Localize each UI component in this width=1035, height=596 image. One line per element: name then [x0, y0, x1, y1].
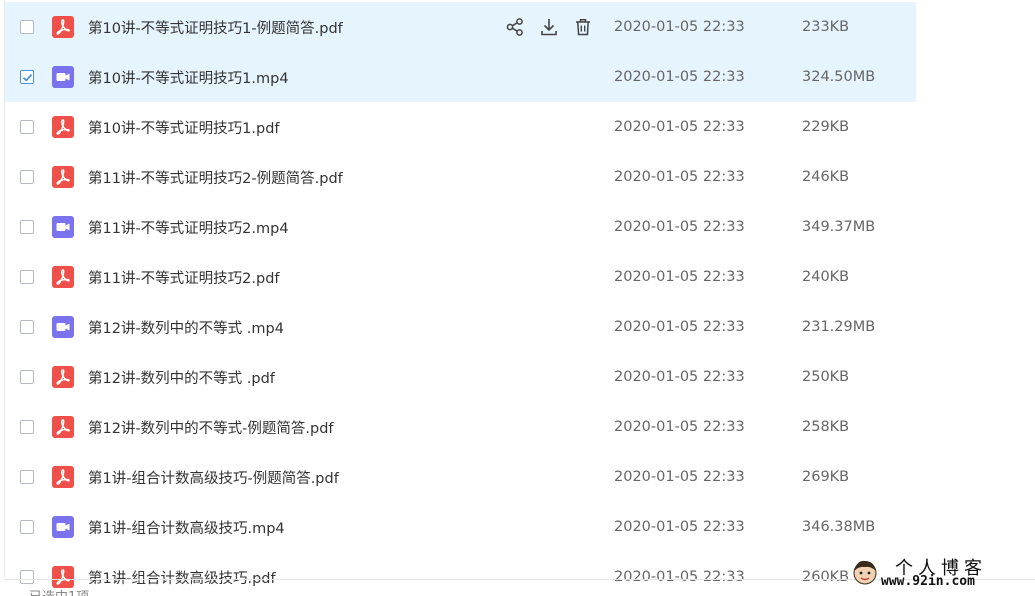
blog-logo-icon [853, 560, 877, 585]
file-name[interactable]: 第10讲-不等式证明技巧1.pdf [88, 117, 280, 138]
pdf-file-icon [52, 166, 74, 188]
row-checkbox[interactable] [20, 70, 34, 84]
row-checkbox[interactable] [20, 420, 34, 434]
file-row[interactable]: 第1讲-组合计数高级技巧.pdf 2020-01-05 22:33 260KB [5, 552, 916, 596]
file-row[interactable]: 第11讲-不等式证明技巧2.pdf 2020-01-05 22:33 240KB [5, 252, 916, 302]
row-checkbox[interactable] [20, 20, 34, 34]
file-manager: 第10讲-不等式证明技巧1-例题简答.pdf 2020-01-05 22:33 23… [0, 0, 1035, 596]
file-size: 250KB [802, 369, 850, 385]
video-file-icon [52, 66, 74, 88]
pdf-file-icon [52, 416, 74, 438]
file-name[interactable]: 第10讲-不等式证明技巧1.mp4 [88, 67, 289, 88]
file-name[interactable]: 第11讲-不等式证明技巧2-例题简答.pdf [88, 167, 343, 188]
download-icon[interactable] [539, 17, 559, 37]
checkmark-icon [22, 73, 33, 82]
file-name[interactable]: 第12讲-数列中的不等式 .pdf [88, 367, 275, 388]
file-size: 229KB [802, 119, 850, 135]
file-row[interactable]: 第12讲-数列中的不等式 .mp4 2020-01-05 22:33 231.29M… [5, 302, 916, 352]
file-name[interactable]: 第1讲-组合计数高级技巧.pdf [88, 567, 276, 588]
file-date: 2020-01-05 22:33 [614, 419, 745, 435]
file-row[interactable]: 第10讲-不等式证明技巧1.mp4 2020-01-05 22:33 324.50M… [5, 52, 916, 102]
share-icon[interactable] [505, 17, 525, 37]
file-date: 2020-01-05 22:33 [614, 469, 745, 485]
row-checkbox[interactable] [20, 120, 34, 134]
file-size: 346.38MB [802, 519, 876, 535]
file-size: 260KB [802, 569, 850, 585]
video-file-icon [52, 316, 74, 338]
file-row[interactable]: 第11讲-不等式证明技巧2-例题简答.pdf 2020-01-05 22:33 24… [5, 152, 916, 202]
file-date: 2020-01-05 22:33 [614, 569, 745, 585]
row-checkbox[interactable] [20, 220, 34, 234]
pdf-file-icon [52, 16, 74, 38]
file-date: 2020-01-05 22:33 [614, 269, 745, 285]
file-size: 269KB [802, 469, 850, 485]
file-row[interactable]: 第11讲-不等式证明技巧2.mp4 2020-01-05 22:33 349.37M… [5, 202, 916, 252]
file-name[interactable]: 第1讲-组合计数高级技巧-例题简答.pdf [88, 467, 339, 488]
file-row[interactable]: 第1讲-组合计数高级技巧.mp4 2020-01-05 22:33 346.38MB [5, 502, 916, 552]
row-checkbox[interactable] [20, 320, 34, 334]
pdf-file-icon [52, 116, 74, 138]
file-date: 2020-01-05 22:33 [614, 369, 745, 385]
file-name[interactable]: 第10讲-不等式证明技巧1-例题简答.pdf [88, 17, 343, 38]
video-file-icon [52, 216, 74, 238]
file-date: 2020-01-05 22:33 [614, 219, 745, 235]
file-row[interactable]: 第12讲-数列中的不等式 .pdf 2020-01-05 22:33 250KB [5, 352, 916, 402]
row-checkbox[interactable] [20, 470, 34, 484]
file-name[interactable]: 第12讲-数列中的不等式-例题简答.pdf [88, 417, 334, 438]
file-size: 233KB [802, 19, 850, 35]
file-date: 2020-01-05 22:33 [614, 19, 745, 35]
file-row[interactable]: 第10讲-不等式证明技巧1-例题简答.pdf 2020-01-05 22:33 23… [5, 2, 916, 52]
file-row[interactable]: 第1讲-组合计数高级技巧-例题简答.pdf 2020-01-05 22:33 269… [5, 452, 916, 502]
file-size: 240KB [802, 269, 850, 285]
row-checkbox[interactable] [20, 570, 34, 584]
file-name[interactable]: 第1讲-组合计数高级技巧.mp4 [88, 517, 285, 538]
file-date: 2020-01-05 22:33 [614, 119, 745, 135]
file-date: 2020-01-05 22:33 [614, 519, 745, 535]
watermark-url: www.92in.com [881, 574, 975, 589]
file-name[interactable]: 第11讲-不等式证明技巧2.pdf [88, 267, 280, 288]
file-row[interactable]: 第12讲-数列中的不等式-例题简答.pdf 2020-01-05 22:33 258… [5, 402, 916, 452]
file-name[interactable]: 第11讲-不等式证明技巧2.mp4 [88, 217, 289, 238]
file-date: 2020-01-05 22:33 [614, 169, 745, 185]
row-checkbox[interactable] [20, 370, 34, 384]
selection-status: 已选中1项 [29, 586, 89, 596]
row-checkbox[interactable] [20, 170, 34, 184]
file-list: 第10讲-不等式证明技巧1-例题简答.pdf 2020-01-05 22:33 23… [5, 2, 916, 596]
file-size: 231.29MB [802, 319, 876, 335]
file-size: 246KB [802, 169, 850, 185]
pdf-file-icon [52, 566, 74, 588]
video-file-icon [52, 516, 74, 538]
pdf-file-icon [52, 266, 74, 288]
watermark: 个人博客 www.92in.com [851, 552, 1031, 594]
pdf-file-icon [52, 366, 74, 388]
file-size: 258KB [802, 419, 850, 435]
file-date: 2020-01-05 22:33 [614, 69, 745, 85]
row-actions [505, 17, 593, 37]
pdf-file-icon [52, 466, 74, 488]
file-size: 324.50MB [802, 69, 876, 85]
delete-icon[interactable] [573, 17, 593, 37]
file-date: 2020-01-05 22:33 [614, 319, 745, 335]
file-name[interactable]: 第12讲-数列中的不等式 .mp4 [88, 317, 284, 338]
row-checkbox[interactable] [20, 270, 34, 284]
file-row[interactable]: 第10讲-不等式证明技巧1.pdf 2020-01-05 22:33 229KB [5, 102, 916, 152]
file-size: 349.37MB [802, 219, 876, 235]
row-checkbox[interactable] [20, 520, 34, 534]
